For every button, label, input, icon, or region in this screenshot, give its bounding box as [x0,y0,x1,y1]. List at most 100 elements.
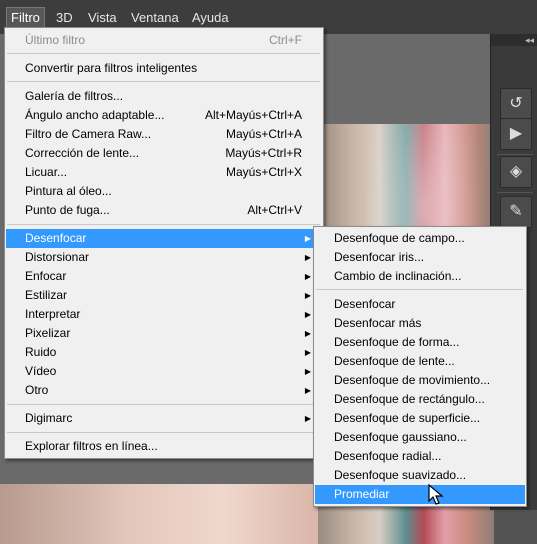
submenu-item-box-blur[interactable]: Desenfoque de rectángulo... [315,390,525,409]
menu-item-pixelate[interactable]: Pixelizar ▶ [6,324,322,343]
submenu-item-average[interactable]: Promediar [315,485,525,504]
submenu-item-label: Desenfoque radial... [334,449,442,463]
submenu-item-lens-blur[interactable]: Desenfoque de lente... [315,352,525,371]
menu-item-label: Interpretar [25,307,81,321]
menu-item-label: Vídeo [25,364,57,378]
submenu-item-label: Desenfoque de superficie... [334,411,481,425]
menu-item-stylize[interactable]: Estilizar ▶ [6,286,322,305]
submenu-arrow-icon: ▶ [304,386,311,395]
menu-item-blur[interactable]: Desenfocar ▶ [6,229,322,248]
submenu-item-label: Desenfoque de forma... [334,335,460,349]
submenu-item-label: Cambio de inclinación... [334,269,462,283]
mouse-pointer-icon [428,484,444,505]
submenu-item-label: Desenfocar más [334,316,422,330]
submenu-item-label: Desenfocar [334,297,396,311]
menu-item-last-filter[interactable]: Último filtro Ctrl+F [6,31,322,50]
menu-item-label: Ruido [25,345,57,359]
menu-item-label: Punto de fuga... [25,203,110,217]
menu-item-render[interactable]: Interpretar ▶ [6,305,322,324]
submenu-item-gaussian-blur[interactable]: Desenfoque gaussiano... [315,428,525,447]
submenu-item-shape-blur[interactable]: Desenfoque de forma... [315,333,525,352]
submenu-item-iris-blur[interactable]: Desenfocar iris... [315,248,525,267]
menu-item-label: Desenfocar [25,231,87,245]
submenu-separator [316,289,523,290]
menu-vista[interactable]: Vista [88,9,117,27]
menu-item-other[interactable]: Otro ▶ [6,381,322,400]
submenu-item-blur-more[interactable]: Desenfocar más [315,314,525,333]
menu-item-label: Convertir para filtros inteligentes [25,61,198,75]
menu-item-shortcut: Alt+Mayús+Ctrl+A [204,108,302,122]
menu-item-label: Pintura al óleo... [25,184,112,198]
submenu-item-radial-blur[interactable]: Desenfoque radial... [315,447,525,466]
submenu-arrow-icon: ▶ [304,367,311,376]
menu-item-browse-filters-online[interactable]: Explorar filtros en línea... [6,437,322,456]
blur-submenu: Desenfoque de campo... Desenfocar iris..… [313,226,527,507]
panel-divider [497,192,533,193]
menu-item-adaptive-wide-angle[interactable]: Ángulo ancho adaptable... Alt+Mayús+Ctrl… [6,106,322,125]
play-action-icon[interactable]: ▶ [500,118,532,150]
submenu-item-label: Desenfoque de lente... [334,354,455,368]
submenu-item-label: Desenfoque de movimiento... [334,373,491,387]
menu-item-oil-paint[interactable]: Pintura al óleo... [6,182,322,201]
submenu-item-surface-blur[interactable]: Desenfoque de superficie... [315,409,525,428]
submenu-arrow-icon: ▶ [304,272,311,281]
menu-item-label: Enfocar [25,269,67,283]
submenu-item-label: Desenfoque suavizado... [334,468,467,482]
menu-item-liquify[interactable]: Licuar... Mayús+Ctrl+X [6,163,322,182]
menu-filtro[interactable]: Filtro [6,7,45,29]
canvas-image-lower [0,484,318,544]
menu-separator [7,53,320,54]
submenu-item-label: Desenfoque de rectángulo... [334,392,485,406]
menu-item-shortcut: Mayús+Ctrl+A [225,127,302,141]
menu-item-shortcut: Alt+Ctrl+V [247,203,302,217]
menu-item-shortcut: Mayús+Ctrl+R [225,146,302,160]
menu-item-label: Explorar filtros en línea... [25,439,158,453]
menu-item-distort[interactable]: Distorsionar ▶ [6,248,322,267]
menu-item-noise[interactable]: Ruido ▶ [6,343,322,362]
submenu-item-motion-blur[interactable]: Desenfoque de movimiento... [315,371,525,390]
menu-item-filter-gallery[interactable]: Galería de filtros... [6,87,322,106]
brush-tools-icon[interactable]: ✎ [500,196,532,228]
submenu-item-field-blur[interactable]: Desenfoque de campo... [315,229,525,248]
submenu-arrow-icon: ▶ [304,329,311,338]
menu-item-convert-smart-filters[interactable]: Convertir para filtros inteligentes [6,59,322,78]
menu-3d[interactable]: 3D [56,9,73,27]
menu-item-label: Filtro de Camera Raw... [25,127,152,141]
submenu-item-label: Promediar [334,487,390,501]
menu-item-label: Otro [25,383,49,397]
menu-item-label: Distorsionar [25,250,90,264]
menu-item-label: Ángulo ancho adaptable... [25,108,165,122]
menu-separator [7,81,320,82]
3d-cube-icon[interactable]: ◈ [500,156,532,188]
submenu-item-label: Desenfoque gaussiano... [334,430,467,444]
menu-item-digimarc[interactable]: Digimarc ▶ [6,409,322,428]
submenu-item-blur[interactable]: Desenfocar [315,295,525,314]
menu-item-shortcut: Ctrl+F [269,33,302,47]
filter-menu: Último filtro Ctrl+F Convertir para filt… [4,27,324,459]
menu-separator [7,224,320,225]
submenu-arrow-icon: ▶ [304,414,311,423]
submenu-item-smart-blur[interactable]: Desenfoque suavizado... [315,466,525,485]
panel-collapse-button[interactable]: ◂◂ [491,34,537,46]
menu-separator [7,432,320,433]
submenu-item-label: Desenfoque de campo... [334,231,465,245]
menu-item-label: Estilizar [25,288,68,302]
menu-item-sharpen[interactable]: Enfocar ▶ [6,267,322,286]
submenu-arrow-icon: ▶ [304,348,311,357]
submenu-arrow-icon: ▶ [304,234,311,243]
history-icon[interactable]: ↺ [500,88,532,120]
menu-item-label: Digimarc [25,411,73,425]
menu-item-camera-raw[interactable]: Filtro de Camera Raw... Mayús+Ctrl+A [6,125,322,144]
menu-item-lens-correction[interactable]: Corrección de lente... Mayús+Ctrl+R [6,144,322,163]
submenu-arrow-icon: ▶ [304,310,311,319]
submenu-item-label: Desenfocar iris... [334,250,425,264]
menu-item-video[interactable]: Vídeo ▶ [6,362,322,381]
submenu-arrow-icon: ▶ [304,253,311,262]
menu-ventana[interactable]: Ventana [131,9,179,27]
menu-item-label: Corrección de lente... [25,146,140,160]
menu-item-label: Galería de filtros... [25,89,124,103]
menu-ayuda[interactable]: Ayuda [192,9,229,27]
menu-item-vanishing-point[interactable]: Punto de fuga... Alt+Ctrl+V [6,201,322,220]
menu-separator [7,404,320,405]
submenu-item-tilt-shift[interactable]: Cambio de inclinación... [315,267,525,286]
